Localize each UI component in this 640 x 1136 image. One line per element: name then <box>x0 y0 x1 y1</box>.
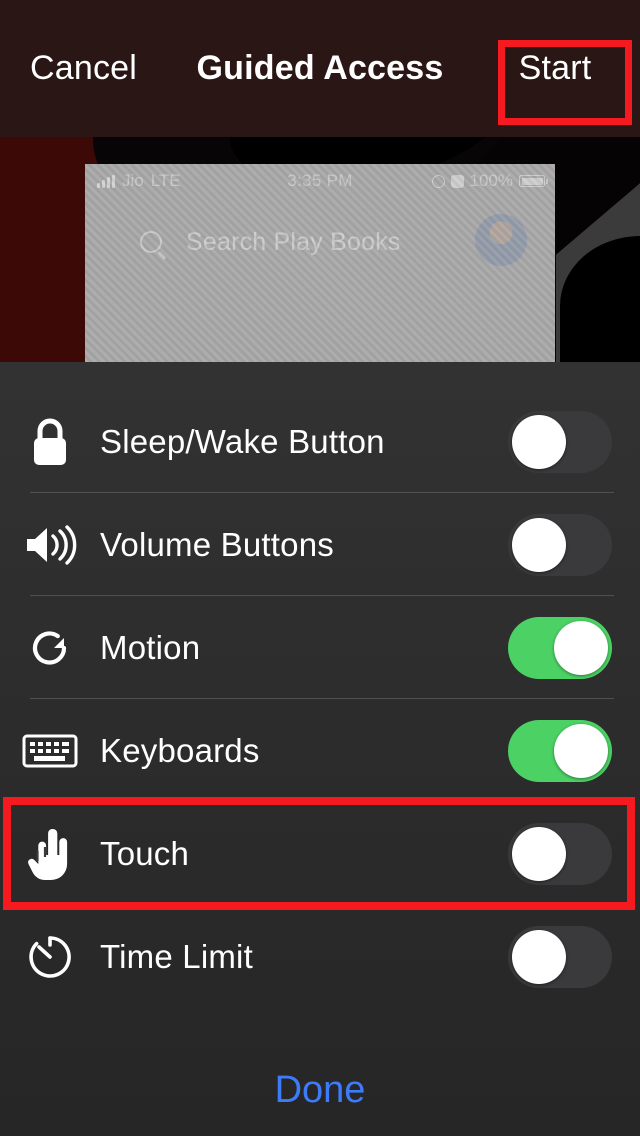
options-sheet: Sleep/Wake Button Volume Buttons Motion … <box>0 362 640 1136</box>
toggle-touch[interactable] <box>508 822 612 885</box>
option-label: Touch <box>100 834 190 872</box>
app-preview[interactable]: Jio LTE 3:35 PM 100% Search Play Books <box>85 164 555 362</box>
toggle-motion[interactable] <box>508 616 612 679</box>
orientation-lock-icon <box>431 174 445 188</box>
battery-percent-label: 100% <box>469 171 513 190</box>
network-label: LTE <box>150 171 181 190</box>
toggle-volume-buttons[interactable] <box>508 513 612 576</box>
option-row-motion[interactable]: Motion <box>0 596 640 699</box>
signal-bars-icon <box>97 174 115 188</box>
rotate-icon <box>0 621 100 675</box>
option-label: Time Limit <box>100 937 253 975</box>
cancel-button[interactable]: Cancel <box>30 49 137 88</box>
lock-icon <box>0 415 100 469</box>
navigation-bar: Cancel Guided Access Start <box>0 0 640 137</box>
carrier-label: Jio <box>122 171 144 190</box>
toggle-sleep-wake-button[interactable] <box>508 410 612 473</box>
option-row-touch[interactable]: Touch <box>0 802 640 905</box>
pointing-hand-icon <box>0 825 100 883</box>
option-label: Sleep/Wake Button <box>100 422 385 460</box>
done-button[interactable]: Done <box>275 1069 366 1112</box>
option-label: Keyboards <box>100 731 260 769</box>
guided-access-screen: Jio LTE 3:35 PM 100% Search Play Books C… <box>0 0 640 1136</box>
option-label: Volume Buttons <box>100 525 334 563</box>
option-row-sleep-wake-button[interactable]: Sleep/Wake Button <box>0 390 640 493</box>
toggle-keyboards[interactable] <box>508 719 612 782</box>
search-icon <box>140 231 162 253</box>
start-button[interactable]: Start <box>519 49 592 88</box>
clock-label: 3:35 PM <box>287 171 353 190</box>
timer-icon <box>0 931 100 983</box>
search-placeholder-label: Search Play Books <box>186 227 401 256</box>
option-label: Motion <box>100 628 201 666</box>
battery-full-icon <box>519 175 548 187</box>
option-row-time-limit[interactable]: Time Limit <box>0 905 640 1008</box>
keyboard-icon <box>0 731 100 771</box>
avatar <box>475 214 527 266</box>
toggle-time-limit[interactable] <box>508 925 612 988</box>
volume-icon <box>0 523 100 567</box>
options-list: Sleep/Wake Button Volume Buttons Motion … <box>0 362 640 1008</box>
option-row-volume-buttons[interactable]: Volume Buttons <box>0 493 640 596</box>
alarm-icon <box>450 174 464 188</box>
footer: Done <box>0 1069 640 1112</box>
preview-search-bar: Search Play Books <box>85 212 555 272</box>
page-title: Guided Access <box>196 49 444 87</box>
preview-status-bar: Jio LTE 3:35 PM 100% <box>85 164 555 198</box>
option-row-keyboards[interactable]: Keyboards <box>0 699 640 802</box>
